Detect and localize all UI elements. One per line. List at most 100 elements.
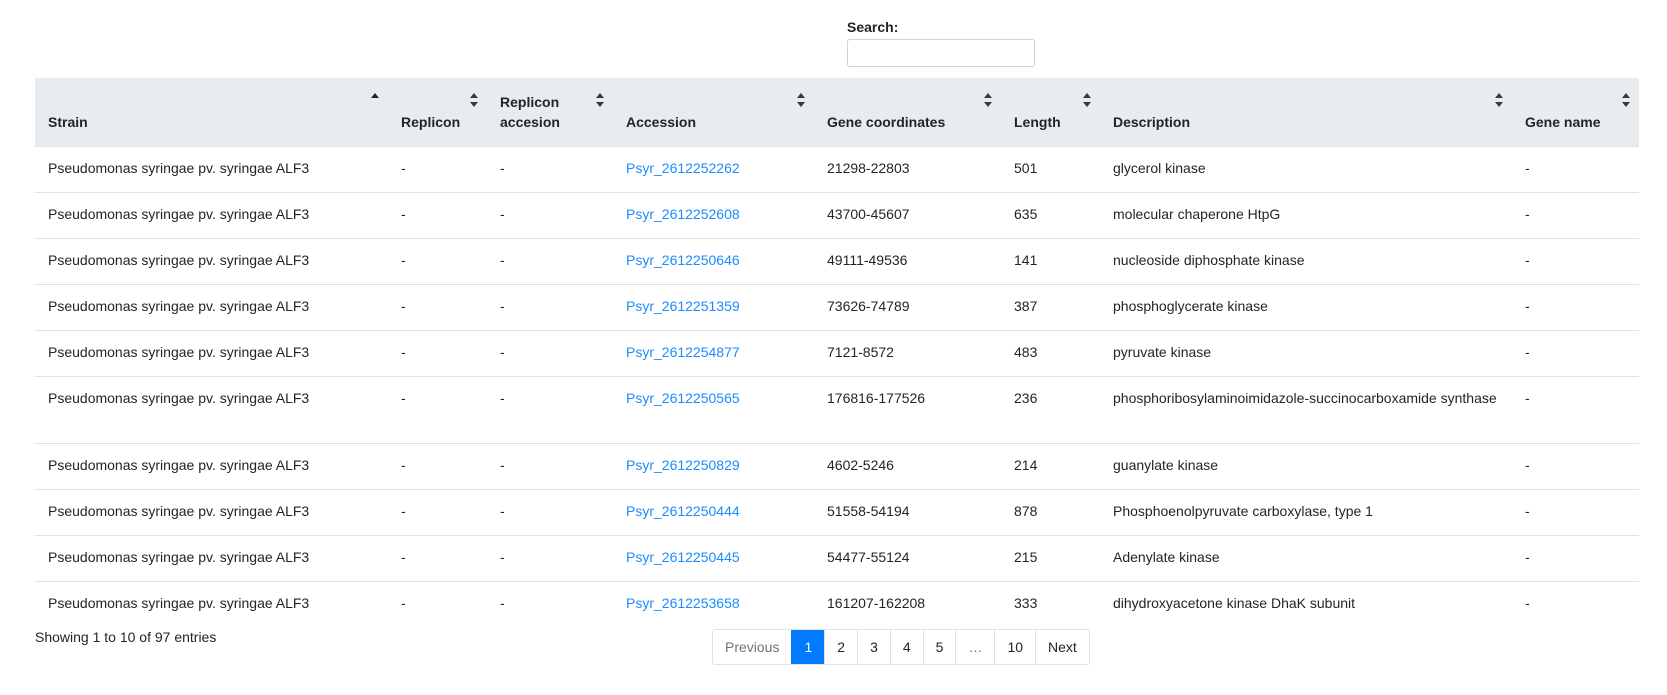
cell-strain: Pseudomonas syringae pv. syringae ALF3	[35, 442, 388, 489]
column-header-label: Replicon	[401, 113, 461, 130]
cell-description: molecular chaperone HtpG	[1100, 191, 1512, 238]
table-row: Pseudomonas syringae pv. syringae ALF3- -…	[35, 442, 1639, 489]
next-page-button[interactable]: Next	[1035, 630, 1089, 664]
cell-length: 483	[1001, 329, 1100, 376]
column-header-label: Gene coordinates	[827, 113, 946, 130]
cell-strain: Pseudomonas syringae pv. syringae ALF3	[35, 283, 388, 330]
cell-replicon-accession: -	[487, 580, 613, 627]
column-header-label: Strain	[48, 113, 88, 130]
column-header-length[interactable]: Length	[1001, 78, 1100, 146]
cell-replicon: -	[388, 191, 487, 238]
cell-replicon-accession: -	[487, 488, 613, 535]
sort-ascending-icon	[371, 93, 379, 98]
cell-replicon-accession: -	[487, 237, 613, 284]
cell-gene-name: -	[1512, 145, 1639, 192]
accession-link[interactable]: Psyr_2612251359	[626, 298, 740, 314]
cell-description: dihydroxyacetone kinase DhaK subunit	[1100, 580, 1512, 627]
cell-length: 501	[1001, 145, 1100, 192]
page-button-3[interactable]: 3	[857, 630, 890, 664]
page-button-2[interactable]: 2	[824, 630, 858, 664]
cell-accession: Psyr_2612250445	[613, 534, 814, 581]
cell-replicon-accession: -	[487, 145, 613, 192]
cell-length: 215	[1001, 534, 1100, 581]
cell-gene-coordinates: 43700-45607	[814, 191, 1001, 238]
cell-accession: Psyr_2612250565	[613, 375, 814, 443]
column-header-strain[interactable]: Strain	[35, 78, 388, 146]
table-row: Pseudomonas syringae pv. syringae ALF3- -…	[35, 488, 1639, 535]
cell-replicon: -	[388, 580, 487, 627]
cell-gene-name: -	[1512, 191, 1639, 238]
column-header-description[interactable]: Description	[1100, 78, 1512, 146]
cell-gene-coordinates: 73626-74789	[814, 283, 1001, 330]
accession-link[interactable]: Psyr_2612253658	[626, 595, 740, 611]
table-row: Pseudomonas syringae pv. syringae ALF3- -…	[35, 191, 1639, 238]
cell-strain: Pseudomonas syringae pv. syringae ALF3	[35, 329, 388, 376]
cell-gene-coordinates: 4602-5246	[814, 442, 1001, 489]
cell-gene-name: -	[1512, 580, 1639, 627]
cell-accession: Psyr_2612254877	[613, 329, 814, 376]
cell-replicon-accession: -	[487, 442, 613, 489]
cell-gene-name: -	[1512, 283, 1639, 330]
cell-description: Adenylate kinase	[1100, 534, 1512, 581]
cell-description: guanylate kinase	[1100, 442, 1512, 489]
sort-both-icon	[984, 93, 992, 107]
previous-page-button[interactable]: Previous	[713, 630, 792, 664]
cell-replicon: -	[388, 237, 487, 284]
cell-replicon-accession: -	[487, 191, 613, 238]
cell-gene-coordinates: 51558-54194	[814, 488, 1001, 535]
pagination: Previous 1 2 3 4 5… 10 Next	[712, 629, 1090, 665]
table-row: Pseudomonas syringae pv. syringae ALF3- -…	[35, 145, 1639, 192]
page-button-4[interactable]: 4	[889, 630, 923, 664]
cell-replicon-accession: -	[487, 375, 613, 443]
accession-link[interactable]: Psyr_2612250829	[626, 457, 740, 473]
cell-replicon: -	[388, 442, 487, 489]
sort-both-icon	[596, 93, 604, 107]
cell-replicon: -	[388, 375, 487, 443]
cell-strain: Pseudomonas syringae pv. syringae ALF3	[35, 375, 388, 443]
column-header-accession[interactable]: Accession	[613, 78, 814, 146]
cell-length: 236	[1001, 375, 1100, 443]
column-header-label: Description	[1113, 113, 1191, 130]
sort-both-icon	[1622, 93, 1630, 107]
cell-description: glycerol kinase	[1100, 145, 1512, 192]
cell-length: 214	[1001, 442, 1100, 489]
sort-both-icon	[797, 93, 805, 107]
cell-replicon: -	[388, 329, 487, 376]
search-input[interactable]	[847, 39, 1035, 67]
cell-description: phosphoglycerate kinase	[1100, 283, 1512, 330]
table-row: Pseudomonas syringae pv. syringae ALF3- -…	[35, 534, 1639, 581]
cell-strain: Pseudomonas syringae pv. syringae ALF3	[35, 237, 388, 284]
cell-gene-coordinates: 7121-8572	[814, 329, 1001, 376]
cell-replicon-accession: -	[487, 329, 613, 376]
cell-strain: Pseudomonas syringae pv. syringae ALF3	[35, 145, 388, 192]
accession-link[interactable]: Psyr_2612252262	[626, 160, 740, 176]
cell-strain: Pseudomonas syringae pv. syringae ALF3	[35, 534, 388, 581]
table-row: Pseudomonas syringae pv. syringae ALF3 - -…	[35, 283, 1639, 330]
page-button-5[interactable]: 5	[922, 630, 956, 664]
page-button-1[interactable]: 1	[791, 630, 825, 664]
column-header-replicon-accession[interactable]: Replicon accesion	[487, 78, 613, 146]
cell-replicon-accession: -	[487, 283, 613, 330]
column-header-replicon[interactable]: Replicon	[388, 78, 487, 146]
accession-link[interactable]: Psyr_2612250444	[626, 503, 740, 519]
entries-table: Strain Replicon Replicon accesion Accession G…	[35, 78, 1639, 627]
column-header-label: Replicon	[500, 93, 560, 110]
cell-gene-name: -	[1512, 375, 1639, 443]
page-ellipsis[interactable]: …	[955, 630, 995, 664]
accession-link[interactable]: Psyr_2612252608	[626, 206, 740, 222]
accession-link[interactable]: Psyr_2612254877	[626, 344, 740, 360]
page-button-10[interactable]: 10	[994, 630, 1036, 664]
column-header-gene-coordinates[interactable]: Gene coordinates	[814, 78, 1001, 146]
column-header-gene-name[interactable]: Gene name	[1512, 78, 1639, 146]
accession-link[interactable]: Psyr_2612250445	[626, 549, 740, 565]
cell-length: 141	[1001, 237, 1100, 284]
column-header-label-line2: accesion	[500, 113, 560, 130]
cell-gene-name: -	[1512, 442, 1639, 489]
accession-link[interactable]: Psyr_2612250565	[626, 390, 740, 406]
accession-link[interactable]: Psyr_2612250646	[626, 252, 740, 268]
cell-length: 635	[1001, 191, 1100, 238]
cell-gene-name: -	[1512, 534, 1639, 581]
cell-strain: Pseudomonas syringae pv. syringae ALF3	[35, 191, 388, 238]
cell-replicon: -	[388, 145, 487, 192]
cell-accession: Psyr_2612250444	[613, 488, 814, 535]
